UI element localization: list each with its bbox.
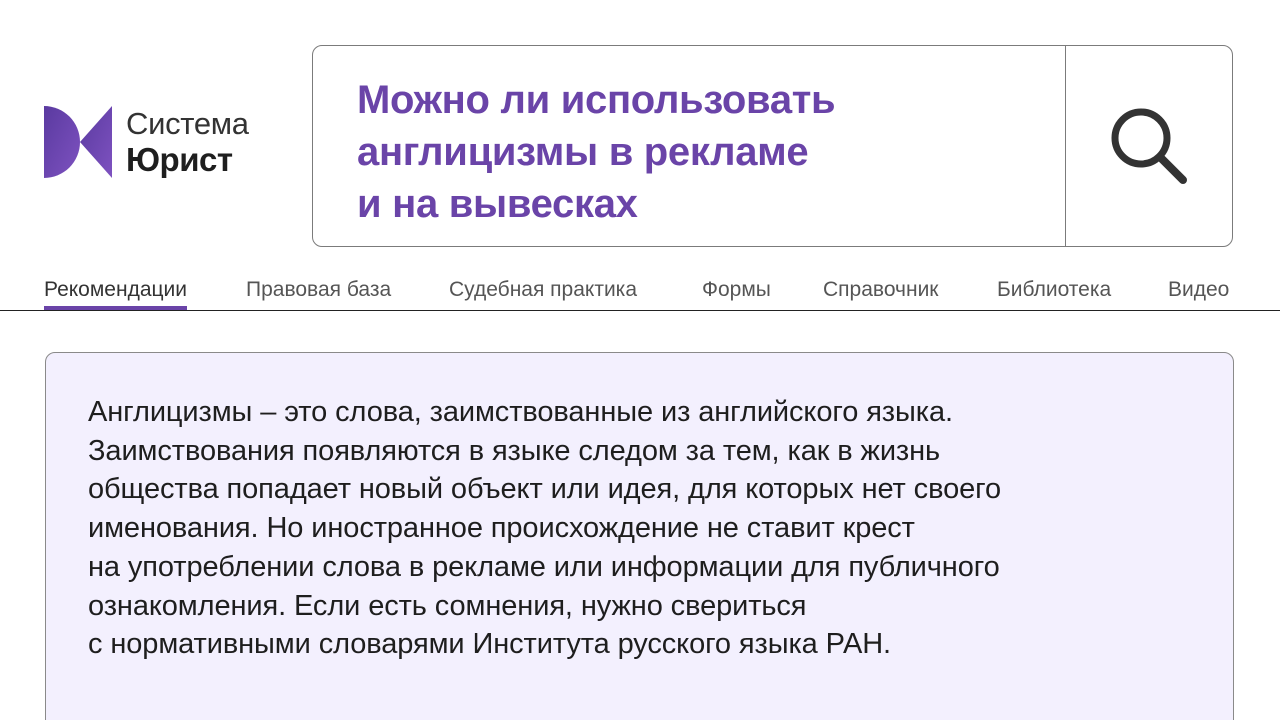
search-button[interactable] xyxy=(1065,46,1232,246)
logo-line2: Юрист xyxy=(126,141,233,178)
search-box: Можно ли использовать англицизмы в рекла… xyxy=(312,45,1233,247)
logo-line1: Система xyxy=(126,106,249,141)
tab-video[interactable]: Видео xyxy=(1168,278,1229,310)
tab-court-practice[interactable]: Судебная практика xyxy=(449,278,637,310)
page: Система Юрист Можно ли использовать англ… xyxy=(0,0,1280,720)
tab-reference[interactable]: Справочник xyxy=(823,278,939,310)
tab-forms[interactable]: Формы xyxy=(702,278,771,310)
search-icon xyxy=(1111,108,1187,184)
search-query-input[interactable]: Можно ли использовать англицизмы в рекла… xyxy=(313,46,1065,246)
tab-recommendations[interactable]: Рекомендации xyxy=(44,278,188,310)
logo[interactable]: Система Юрист xyxy=(44,106,249,178)
tabs-bar: Рекомендации Правовая база Судебная прак… xyxy=(0,278,1280,311)
answer-text: Англицизмы – это слова, заимствованные и… xyxy=(88,396,1001,661)
answer-card: Англицизмы – это слова, заимствованные и… xyxy=(45,352,1234,720)
logo-text: Система Юрист xyxy=(126,108,249,176)
tab-library[interactable]: Библиотека xyxy=(997,278,1111,310)
logo-mark-icon xyxy=(44,106,112,178)
tab-legal-base[interactable]: Правовая база xyxy=(246,278,391,310)
